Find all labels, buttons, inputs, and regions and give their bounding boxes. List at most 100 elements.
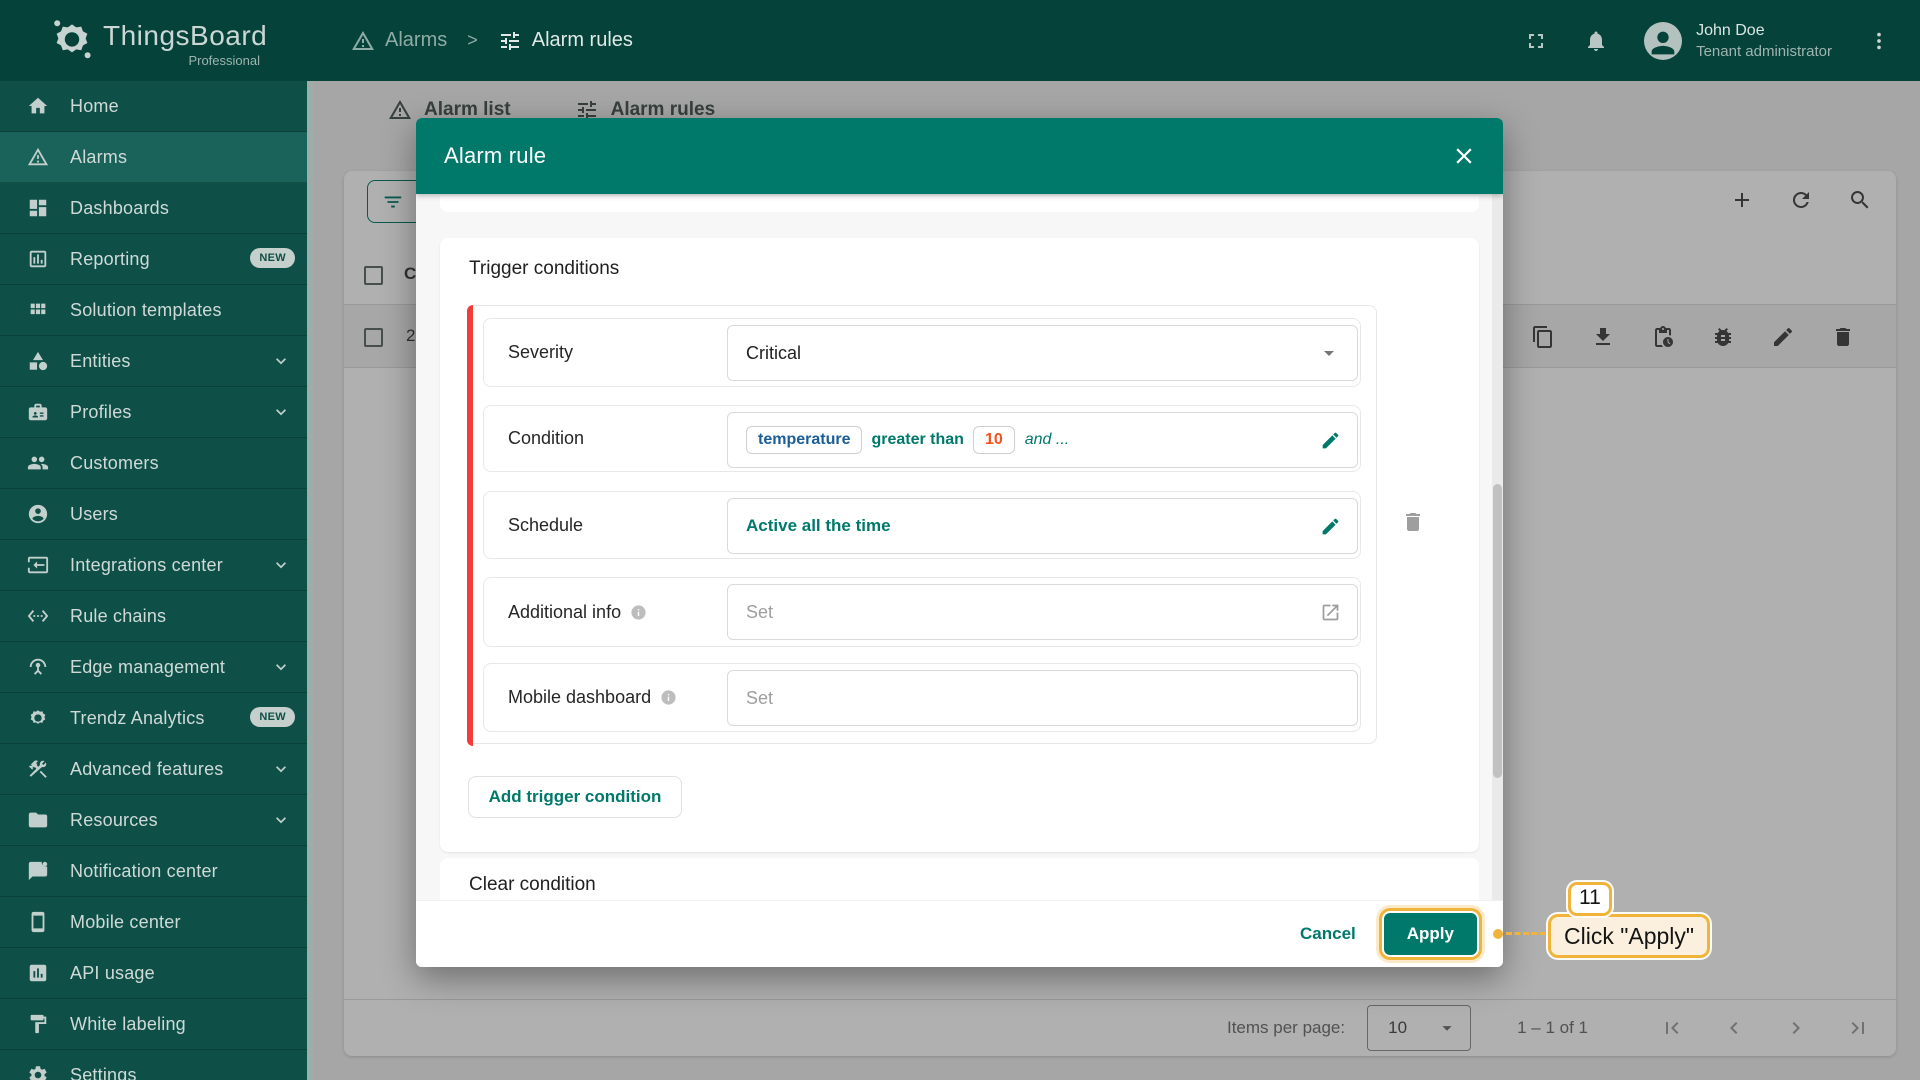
delete-condition-trash-icon[interactable] (1401, 510, 1425, 534)
dialog-body: Trigger conditions Severity Critical Con… (416, 194, 1503, 900)
dashboard-icon (29, 199, 47, 217)
brand-name: ThingsBoard (103, 20, 268, 51)
schedule-row: Schedule Active all the time (483, 491, 1361, 559)
sidebar-item-advanced-features[interactable]: Advanced features (0, 744, 307, 795)
close-icon[interactable] (1451, 143, 1477, 169)
annotation-connector-dot (1493, 929, 1503, 939)
sidebar-item-alarms[interactable]: Alarms (0, 132, 307, 183)
category-shapes-icon (29, 351, 48, 371)
user-avatar[interactable] (1644, 21, 1683, 60)
input-icon (27, 556, 49, 574)
person-icon (1651, 31, 1675, 54)
sidebar-item-trendz-analytics[interactable]: Trendz Analytics NEW (0, 693, 307, 744)
info-icon (631, 604, 646, 620)
chevron-down-icon[interactable] (271, 810, 291, 830)
construction-icon (28, 760, 47, 778)
mobile-dashboard-field[interactable]: Set (727, 670, 1358, 726)
mobile-dashboard-label: Mobile dashboard (508, 687, 677, 708)
sidebar-item-dashboards[interactable]: Dashboards (0, 183, 307, 234)
sidebar-item-users[interactable]: Users (0, 489, 307, 540)
additional-info-field[interactable]: Set (727, 584, 1358, 640)
trigger-conditions-card: Trigger conditions Severity Critical Con… (440, 238, 1479, 852)
severity-row: Severity Critical (483, 318, 1361, 387)
schedule-label: Schedule (508, 514, 584, 535)
sidebar-item-notification-center[interactable]: Notification center (0, 846, 307, 897)
antenna-icon (29, 658, 47, 675)
sidebar-item-mobile-center[interactable]: Mobile center (0, 897, 307, 948)
sidebar-nav: Home Alarms Dashboards Reporting NEW Sol… (0, 81, 307, 1080)
sidebar-item-solution-templates[interactable]: Solution templates (0, 285, 307, 336)
sidebar-item-rule-chains[interactable]: Rule chains (0, 591, 307, 642)
cancel-button[interactable]: Cancel (1282, 914, 1374, 954)
sidebar-item-customers[interactable]: Customers (0, 438, 307, 489)
warning-icon (27, 147, 49, 166)
chevron-down-icon[interactable] (271, 555, 291, 575)
sidebar-item-home[interactable]: Home (0, 81, 307, 132)
dialog-scrollbar[interactable] (1492, 194, 1503, 900)
grid-module-icon (30, 303, 46, 315)
severity-label: Severity (508, 342, 574, 362)
condition-operator: greater than (871, 431, 964, 448)
warning-icon (352, 30, 374, 50)
sidebar-item-resources[interactable]: Resources (0, 795, 307, 846)
more-vert-icon[interactable] (1868, 30, 1890, 52)
condition-key-chip: temperature (746, 426, 863, 454)
apply-button[interactable]: Apply (1383, 913, 1477, 955)
schedule-field[interactable]: Active all the time (727, 498, 1358, 554)
brand-edition: Professional (188, 53, 260, 68)
edit-pencil-icon[interactable] (1320, 430, 1341, 451)
brand-logo[interactable]: ThingsBoard Professional (0, 0, 307, 81)
chevron-down-icon[interactable] (271, 402, 291, 422)
breadcrumb-separator: > (467, 30, 478, 50)
sidebar-item-settings[interactable]: Settings (0, 1050, 307, 1080)
condition-row: Condition temperature greater than 10 an… (483, 405, 1361, 472)
annotation-connector-line (1506, 932, 1546, 935)
breadcrumb-alarm-rules[interactable]: Alarm rules (498, 29, 633, 53)
dialog-scrollbar-thumb[interactable] (1493, 484, 1502, 778)
trendz-gear-icon (30, 710, 46, 724)
open-in-new-icon[interactable] (1320, 602, 1341, 623)
smartphone-icon (31, 911, 45, 933)
breadcrumb-alarms[interactable]: Alarms (351, 29, 447, 53)
fullscreen-icon[interactable] (1524, 29, 1548, 53)
chevron-down-icon[interactable] (271, 351, 291, 371)
trigger-condition-group: Severity Critical Condition temperature … (467, 305, 1377, 746)
ethernet-code-icon (27, 610, 49, 622)
mobile-dashboard-row: Mobile dashboard Set (483, 663, 1361, 732)
breadcrumb-section-label: Alarms (385, 29, 448, 51)
people-icon (27, 456, 49, 470)
dialog-title: Alarm rule (444, 143, 547, 168)
add-trigger-condition-button[interactable]: Add trigger condition (468, 776, 682, 818)
dialog-header: Alarm rule (416, 118, 1503, 194)
annotation-step-number: 11 (1568, 882, 1612, 916)
tune-icon (500, 31, 519, 50)
sidebar-scrollbar[interactable] (307, 81, 313, 1080)
arrow-drop-down-icon (1324, 351, 1334, 356)
user-info[interactable]: John Doe Tenant administrator (1696, 22, 1832, 60)
chevron-down-icon[interactable] (271, 657, 291, 677)
top-header-bar: ThingsBoard Professional Alarms > Alarm … (0, 0, 1920, 81)
additional-info-row: Additional info Set (483, 577, 1361, 647)
chevron-down-icon[interactable] (271, 759, 291, 779)
chat-unread-icon (28, 861, 48, 881)
notifications-bell-icon[interactable] (1584, 29, 1608, 53)
breadcrumb: Alarms > Alarm rules (351, 29, 633, 53)
user-name: John Doe (1696, 21, 1765, 39)
bar-chart-box-icon (29, 964, 47, 982)
sidebar-item-integrations-center[interactable]: Integrations center (0, 540, 307, 591)
edit-pencil-icon[interactable] (1320, 516, 1341, 537)
account-circle-icon (28, 504, 48, 524)
sidebar-item-profiles[interactable]: Profiles (0, 387, 307, 438)
clear-condition-title: Clear condition (469, 874, 596, 895)
sidebar-item-reporting[interactable]: Reporting NEW (0, 234, 307, 285)
severity-select[interactable]: Critical (727, 325, 1358, 381)
sidebar-item-white-labeling[interactable]: White labeling (0, 999, 307, 1050)
sidebar-item-entities[interactable]: Entities (0, 336, 307, 387)
condition-field[interactable]: temperature greater than 10 and ... (727, 412, 1358, 468)
sidebar-item-edge-management[interactable]: Edge management (0, 642, 307, 693)
new-badge: NEW (250, 248, 295, 268)
badge-icon (28, 403, 48, 421)
sidebar-item-api-usage[interactable]: API usage (0, 948, 307, 999)
breadcrumb-page-label: Alarm rules (531, 29, 633, 51)
folder-icon (28, 812, 48, 828)
